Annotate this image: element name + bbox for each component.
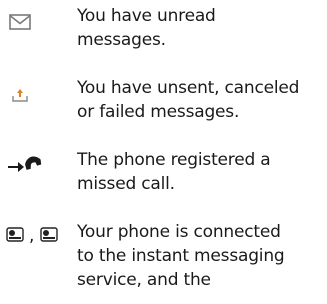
icon-separator: , bbox=[29, 226, 35, 246]
envelope-icon bbox=[6, 10, 68, 34]
indicator-description: Your phone is connected to the instant m… bbox=[77, 222, 285, 290]
outbox-upload-icon bbox=[6, 84, 68, 108]
im-connection-status-icons: , bbox=[6, 224, 68, 248]
indicator-entry-unsent-messages: You have unsent, canceled or failed mess… bbox=[0, 76, 327, 132]
missed-call-icon bbox=[6, 154, 68, 178]
indicator-entry-im-connected: , Your phone is connected to the instant… bbox=[0, 220, 327, 300]
indicator-description: You have unread messages. bbox=[77, 6, 216, 50]
indicator-entry-unread-messages: You have unread messages. bbox=[0, 4, 327, 60]
indicator-description: The phone registered a missed call. bbox=[77, 150, 271, 194]
indicator-entry-missed-call: The phone registered a missed call. bbox=[0, 148, 327, 204]
im-online-icon bbox=[6, 227, 24, 242]
im-status-icon bbox=[40, 227, 58, 242]
indicator-description: You have unsent, canceled or failed mess… bbox=[77, 78, 300, 122]
